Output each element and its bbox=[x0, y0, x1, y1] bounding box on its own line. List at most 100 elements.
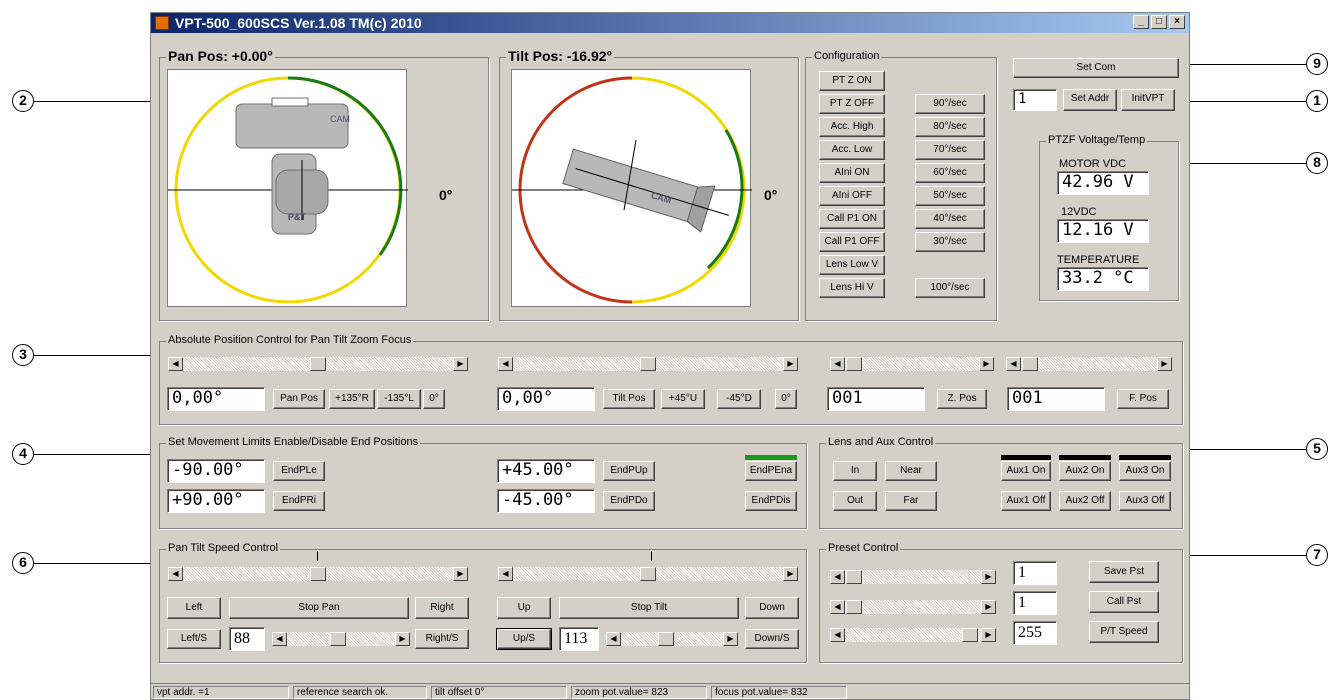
address-input[interactable]: 1 bbox=[1013, 89, 1057, 111]
pan-left-step-button[interactable]: Left/S bbox=[167, 629, 221, 649]
preset-call-input[interactable]: 1 bbox=[1013, 591, 1057, 615]
config-button-call-p1-off[interactable]: Call P1 OFF bbox=[819, 232, 885, 252]
aux1-off-button[interactable]: Aux1 Off bbox=[1001, 491, 1051, 511]
tilt-position-scrollbar[interactable]: ◀ ▶ bbox=[497, 356, 799, 372]
tilt-speed-fine-scrollbar[interactable]: ◀ ▶ bbox=[605, 631, 739, 647]
pan-pos-button[interactable]: Pan Pos bbox=[273, 389, 325, 409]
aux3-off-button[interactable]: Aux3 Off bbox=[1119, 491, 1171, 511]
focus-pos-button[interactable]: F. Pos bbox=[1117, 389, 1169, 409]
speed-preset-button-30[interactable]: 30°/sec bbox=[915, 232, 985, 252]
set-addr-button[interactable]: Set Addr bbox=[1063, 89, 1117, 111]
config-button-acc-high[interactable]: Acc. High bbox=[819, 117, 885, 137]
focus-position-input[interactable]: 001 bbox=[1007, 387, 1105, 411]
zoom-pos-button[interactable]: Z. Pos bbox=[937, 389, 987, 409]
minimize-button[interactable]: _ bbox=[1133, 15, 1149, 29]
pan-position-input[interactable]: 0,00° bbox=[167, 387, 265, 411]
end-tilt-down-button[interactable]: EndPDo bbox=[603, 491, 655, 511]
pan-right-button[interactable]: Right bbox=[415, 597, 469, 619]
end-tilt-down-input[interactable]: -45.00° bbox=[497, 489, 595, 513]
preset-speed-input[interactable]: 255 bbox=[1013, 621, 1057, 645]
end-pan-right-button[interactable]: EndPRi bbox=[273, 491, 325, 511]
end-tilt-up-button[interactable]: EndPUp bbox=[603, 461, 655, 481]
focus-near-button[interactable]: Near bbox=[885, 461, 937, 481]
cam-label: CAM bbox=[330, 114, 350, 124]
zoom-in-button[interactable]: In bbox=[833, 461, 877, 481]
speed-preset-button-40[interactable]: 40°/sec bbox=[915, 209, 985, 229]
speed-preset-button-90[interactable]: 90°/sec bbox=[915, 94, 985, 114]
preset-scrollbar-2[interactable]: ◀ ▶ bbox=[829, 599, 997, 615]
initvpt-button[interactable]: InitVPT bbox=[1121, 89, 1175, 111]
close-button[interactable]: × bbox=[1169, 15, 1185, 29]
preset-scrollbar-1[interactable]: ◀ ▶ bbox=[829, 569, 997, 585]
pan-left-button[interactable]: Left bbox=[167, 597, 221, 619]
focus-position-scrollbar[interactable]: ◀ ▶ bbox=[1005, 356, 1173, 372]
speed-preset-button-80[interactable]: 80°/sec bbox=[915, 117, 985, 137]
tilt-pos-button[interactable]: Tilt Pos bbox=[603, 389, 655, 409]
end-enable-button[interactable]: EndPEna bbox=[745, 461, 797, 481]
pan-position-scrollbar[interactable]: ◀ ▶ bbox=[167, 356, 469, 372]
save-preset-button[interactable]: Save Pst bbox=[1089, 561, 1159, 583]
tilt-down-button[interactable]: Down bbox=[745, 597, 799, 619]
speed-preset-button-60[interactable]: 60°/sec bbox=[915, 163, 985, 183]
aux3-on-button[interactable]: Aux3 On bbox=[1119, 461, 1171, 481]
speed-preset-button-50[interactable]: 50°/sec bbox=[915, 186, 985, 206]
callout-2: 2 bbox=[12, 90, 34, 112]
pan-speed-scrollbar[interactable]: ◀ ▶ bbox=[167, 566, 469, 582]
config-button-call-p1-on[interactable]: Call P1 ON bbox=[819, 209, 885, 229]
tilt-speed-scrollbar[interactable]: ◀ ▶ bbox=[497, 566, 799, 582]
end-pan-left-input[interactable]: -90.00° bbox=[167, 459, 265, 483]
aux2-on-button[interactable]: Aux2 On bbox=[1059, 461, 1111, 481]
pan-display: CAM P&T bbox=[167, 69, 408, 307]
pan-speed-fine-scrollbar[interactable]: ◀ ▶ bbox=[271, 631, 411, 647]
end-pan-left-button[interactable]: EndPLe bbox=[273, 461, 325, 481]
stop-tilt-button[interactable]: Stop Tilt bbox=[559, 597, 739, 619]
pan-plus135-button[interactable]: +135°R bbox=[329, 389, 375, 409]
app-window: VPT-500_600SCS Ver.1.08 TM(c) 2010 _ □ ×… bbox=[150, 12, 1190, 700]
tilt-plus45-button[interactable]: +45°U bbox=[661, 389, 705, 409]
aux1-indicator bbox=[1001, 455, 1051, 460]
pan-minus135-button[interactable]: -135°L bbox=[377, 389, 421, 409]
focus-far-button[interactable]: Far bbox=[885, 491, 937, 511]
pan-speed-input[interactable]: 88 bbox=[229, 627, 265, 651]
speed-preset-button-70[interactable]: 70°/sec bbox=[915, 140, 985, 160]
speed-preset-button-100[interactable]: 100°/sec bbox=[915, 278, 985, 298]
config-button-acc-low[interactable]: Acc. Low bbox=[819, 140, 885, 160]
set-com-button[interactable]: Set Com bbox=[1013, 58, 1179, 78]
config-button-aini-off[interactable]: AIni OFF bbox=[819, 186, 885, 206]
preset-save-input[interactable]: 1 bbox=[1013, 561, 1057, 585]
config-button-lens-low-v[interactable]: Lens Low V bbox=[819, 255, 885, 275]
config-button-pt-z-on[interactable]: PT Z ON bbox=[819, 71, 885, 91]
preset-speed-scrollbar[interactable]: ◀ ▶ bbox=[829, 627, 997, 643]
tilt-speed-input[interactable]: 113 bbox=[559, 627, 599, 651]
zoom-position-scrollbar[interactable]: ◀ ▶ bbox=[829, 356, 995, 372]
aux1-on-button[interactable]: Aux1 On bbox=[1001, 461, 1051, 481]
tilt-position-input[interactable]: 0,00° bbox=[497, 387, 595, 411]
config-button-pt-z-off[interactable]: PT Z OFF bbox=[819, 94, 885, 114]
tilt-down-step-button[interactable]: Down/S bbox=[745, 629, 799, 649]
tilt-up-button[interactable]: Up bbox=[497, 597, 551, 619]
stop-pan-button[interactable]: Stop Pan bbox=[229, 597, 409, 619]
end-disable-button[interactable]: EndPDis bbox=[745, 491, 797, 511]
callout-line-5 bbox=[1170, 449, 1310, 450]
end-pan-right-input[interactable]: +90.00° bbox=[167, 489, 265, 513]
title-bar[interactable]: VPT-500_600SCS Ver.1.08 TM(c) 2010 _ □ × bbox=[151, 13, 1189, 33]
config-button-aini-on[interactable]: AIni ON bbox=[819, 163, 885, 183]
aux2-off-button[interactable]: Aux2 Off bbox=[1059, 491, 1111, 511]
zoom-position-input[interactable]: 001 bbox=[827, 387, 925, 411]
end-tilt-up-input[interactable]: +45.00° bbox=[497, 459, 595, 483]
call-preset-button[interactable]: Call Pst bbox=[1089, 591, 1159, 613]
zoom-out-button[interactable]: Out bbox=[833, 491, 877, 511]
callout-line-7 bbox=[1175, 555, 1310, 556]
config-button-lens-hi-v[interactable]: Lens Hi V bbox=[819, 278, 885, 298]
tilt-up-step-button[interactable]: Up/S bbox=[496, 628, 552, 650]
tilt-zero-button[interactable]: 0° bbox=[775, 389, 797, 409]
maximize-button[interactable]: □ bbox=[1151, 15, 1167, 29]
pt-speed-button[interactable]: P/T Speed bbox=[1089, 621, 1159, 643]
pan-zero-button[interactable]: 0° bbox=[423, 389, 445, 409]
callout-line-4 bbox=[34, 454, 164, 455]
tilt-minus45-button[interactable]: -45°D bbox=[717, 389, 761, 409]
temperature-value: 33.2 °C bbox=[1057, 267, 1149, 291]
pan-gauge: CAM P&T bbox=[168, 76, 408, 304]
pan-right-step-button[interactable]: Right/S bbox=[415, 629, 469, 649]
movement-limits-group: Set Movement Limits Enable/Disable End P… bbox=[159, 436, 807, 529]
